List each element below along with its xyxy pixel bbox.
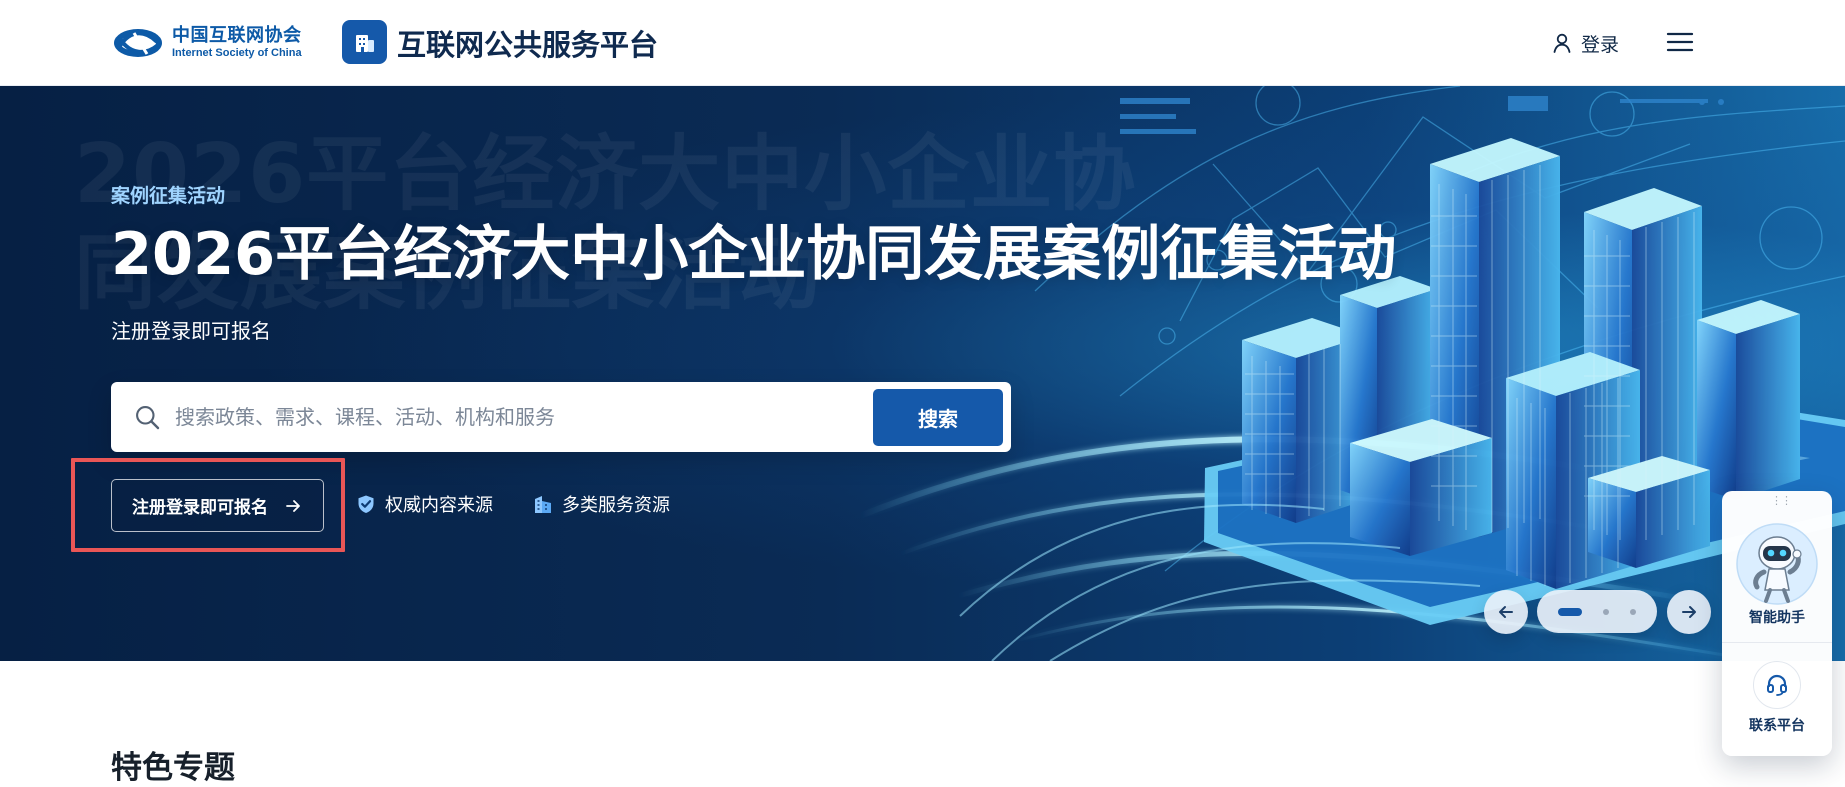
authority-source-feature: 权威内容来源 [355, 491, 493, 517]
brand-english-name: Internet Society of China [172, 47, 302, 59]
carousel-next-button[interactable] [1667, 590, 1711, 634]
contact-platform-label: 联系平台 [1749, 718, 1805, 734]
login-button[interactable]: 登录 [1550, 27, 1632, 59]
authority-source-label: 权威内容来源 [385, 495, 493, 516]
user-icon [1553, 33, 1571, 53]
search-button[interactable]: 搜索 [873, 389, 1003, 446]
register-login-signup-label: 注册登录即可报名 [132, 498, 268, 518]
robot-assistant-icon [1736, 523, 1818, 605]
arrow-left-icon [1499, 606, 1513, 618]
service-resources-feature: 多类服务资源 [532, 491, 670, 517]
hero-search-box: 搜索 [111, 382, 1011, 452]
login-label: 登录 [1581, 33, 1620, 56]
featured-topics-title: 特色专题 [111, 750, 235, 786]
campaign-subtitle: 注册登录即可报名 [111, 319, 271, 343]
top-header: 中国互联网协会 Internet Society of China 互联网公共服… [0, 0, 1845, 86]
arrow-right-icon [286, 499, 300, 512]
register-login-signup-button[interactable]: 注册登录即可报名 [111, 479, 324, 532]
campaign-eyebrow: 案例征集活动 [111, 185, 226, 207]
smart-assistant-label: 智能助手 [1749, 610, 1805, 626]
campaign-hero-banner: 2026平台经济大中小企业协同发展案例征集活动 案例征集活动 2026平台经济大… [0, 86, 1845, 661]
building-icon [355, 35, 374, 52]
drag-handle-icon[interactable]: ⋮⋮ [1771, 495, 1792, 511]
hamburger-menu-icon [1666, 32, 1694, 52]
brand-chinese-name: 中国互联网协会 [172, 25, 302, 46]
platform-logo[interactable] [342, 20, 387, 64]
search-icon [136, 406, 160, 430]
carousel-dot-1[interactable] [1558, 607, 1582, 616]
carousel-dot-2[interactable] [1603, 608, 1609, 615]
floating-service-panel: ⋮⋮ 智能助手 联系平台 [1722, 491, 1832, 756]
carousel-previous-button[interactable] [1484, 590, 1528, 634]
platform-name[interactable]: 互联网公共服务平台 [397, 22, 658, 64]
arrow-right-icon [1682, 606, 1696, 618]
internet-society-logo[interactable]: 中国互联网协会 Internet Society of China [112, 24, 318, 62]
main-menu-button[interactable] [1664, 28, 1696, 56]
smart-assistant-button[interactable]: 智能助手 [1722, 511, 1832, 634]
buildings-icon [535, 496, 551, 513]
contact-platform-button[interactable]: 联系平台 [1722, 661, 1832, 739]
carousel-pagination [1537, 590, 1657, 633]
service-resources-label: 多类服务资源 [562, 495, 670, 516]
shield-check-icon [358, 495, 374, 513]
carousel-dot-3[interactable] [1630, 608, 1636, 615]
campaign-title: 2026平台经济大中小企业协同发展案例征集活动 [111, 219, 1397, 288]
headset-icon [1753, 661, 1801, 709]
side-panel-divider [1722, 642, 1832, 643]
internet-society-emblem-icon [114, 29, 162, 57]
search-input[interactable] [175, 398, 855, 436]
